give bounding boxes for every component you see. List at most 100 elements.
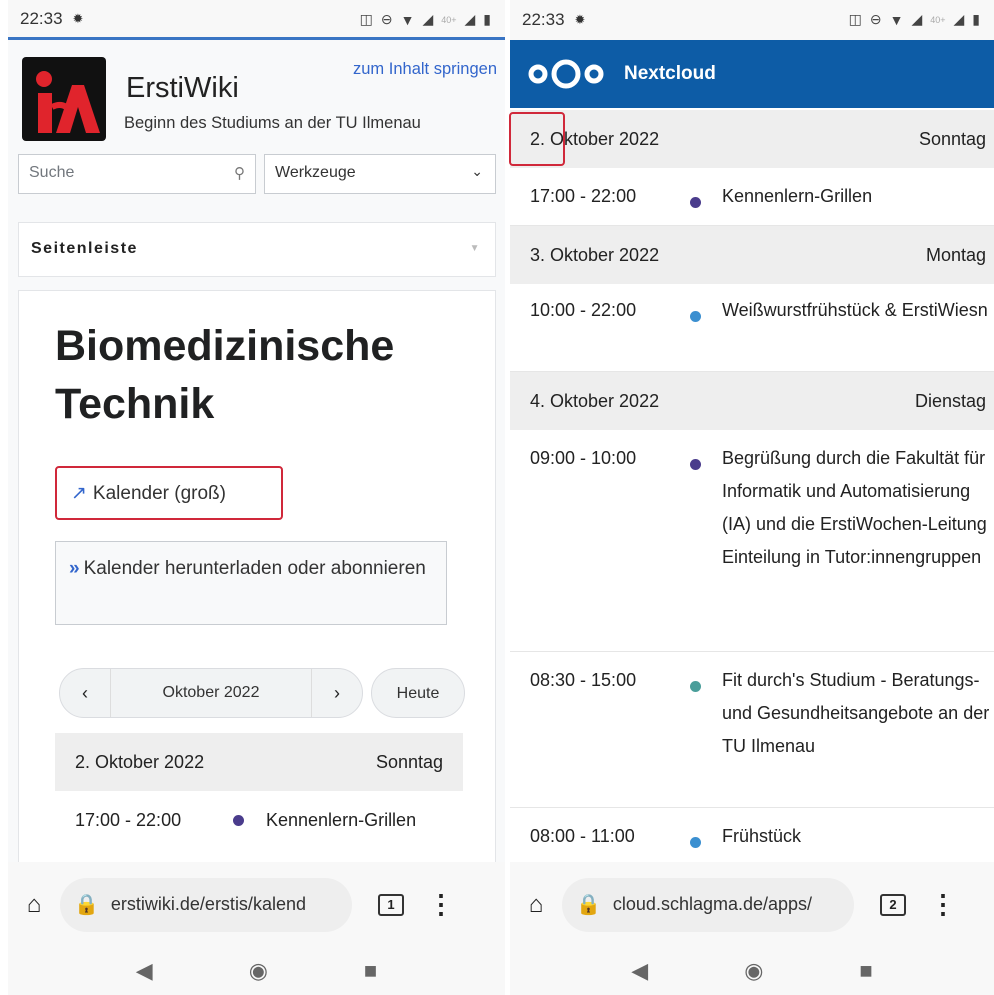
- event-row[interactable]: 17:00 - 22:00 Kennenlern-Grillen: [510, 168, 994, 226]
- event-title: Begrüßung durch die Fakultät für Informa…: [722, 448, 987, 567]
- lock-icon: 🔒: [74, 894, 99, 916]
- home-circle-icon[interactable]: ◉: [249, 958, 268, 984]
- status-icons: ◫ ⊖ ▼ ◢ 40+ ◢ ▮: [849, 11, 980, 28]
- event-color-dot: [690, 837, 701, 848]
- android-nav-bar: ◀ ◉ ■: [8, 947, 505, 995]
- home-icon[interactable]: ⌂: [510, 891, 562, 919]
- signal-icon: ◢: [422, 11, 434, 27]
- day-date: 3. Oktober 2022: [530, 244, 660, 265]
- event-color-dot: [690, 459, 701, 470]
- page-title: Biomedizinische Technik: [55, 322, 395, 428]
- recents-icon[interactable]: ■: [364, 958, 377, 984]
- event-row[interactable]: 08:30 - 15:00 Fit durch's Studium - Bera…: [510, 652, 994, 808]
- status-bar: 22:33 ✹ ◫ ⊖ ▼ ◢ 40+ ◢ ▮: [510, 0, 994, 40]
- event-color-dot: [690, 197, 701, 208]
- right-screenshot: 22:33 ✹ ◫ ⊖ ▼ ◢ 40+ ◢ ▮ Nextcloud 2. Okt…: [510, 0, 994, 995]
- vibrate-icon: ◫: [359, 11, 373, 27]
- triangle-down-icon: ▼: [469, 243, 481, 254]
- left-screenshot: 22:33 ✹ ◫ ⊖ ▼ ◢ 40+ ◢ ▮ ErstiWiki Beginn…: [8, 0, 505, 995]
- overflow-menu-icon[interactable]: ⋮: [428, 889, 454, 920]
- event-color-dot: [690, 681, 701, 692]
- battery-icon: ▮: [972, 11, 980, 27]
- event-time: 08:30 - 15:00: [530, 670, 637, 690]
- event-row[interactable]: 08:00 - 11:00 Frühstück: [510, 808, 994, 864]
- day-header: 3. Oktober 2022 Montag: [510, 226, 994, 284]
- battery-icon: ▮: [483, 11, 491, 27]
- chevron-down-icon: ⌄: [471, 163, 483, 179]
- status-bar: 22:33 ✹ ◫ ⊖ ▼ ◢ 40+ ◢ ▮: [8, 0, 505, 40]
- day-weekday: Montag: [925, 244, 986, 265]
- recents-icon[interactable]: ■: [859, 958, 872, 984]
- calendar-download-toggle[interactable]: » Kalender herunterladen oder abonnieren: [55, 541, 447, 625]
- signal-icon: ◢: [911, 11, 923, 27]
- event-title: Kennenlern-Grillen: [722, 186, 873, 206]
- event-title: Frühstück: [722, 826, 802, 846]
- url-text: cloud.schlagma.de/apps/: [612, 894, 813, 914]
- android-nav-bar: ◀ ◉ ■: [510, 947, 994, 995]
- sidebar-toggle[interactable]: Seitenleiste ▼: [18, 222, 496, 277]
- event-row[interactable]: 17:00 - 22:00 Kennenlern-Grillen: [55, 791, 463, 849]
- data-label: 40+: [930, 14, 946, 25]
- search-icon[interactable]: ⚲: [234, 164, 245, 182]
- day-weekday: Sonntag: [918, 128, 986, 149]
- double-chevron-right-icon: »: [69, 558, 80, 579]
- browser-toolbar: ⌂ 🔒 cloud.schlagma.de/apps/ 2 ⋮: [510, 862, 994, 947]
- prev-month-button[interactable]: ‹: [60, 683, 110, 704]
- status-time: 22:33: [20, 8, 63, 28]
- day-header: 2. Oktober 2022 Sonntag: [510, 110, 994, 168]
- dnd-icon: ⊖: [869, 11, 882, 27]
- tab-count-button[interactable]: 1: [378, 893, 404, 916]
- url-bar[interactable]: 🔒 cloud.schlagma.de/apps/: [562, 877, 854, 932]
- event-time: 08:00 - 11:00: [530, 826, 635, 846]
- calendar-large-link[interactable]: ↗ Kalender (groß): [55, 466, 283, 520]
- calendar-nav: ‹ Oktober 2022 ›: [59, 668, 363, 718]
- event-row[interactable]: 10:00 - 22:00 Weißwurstfrühstück & Ersti…: [510, 284, 994, 372]
- search-input[interactable]: Suche ⚲: [18, 154, 256, 194]
- home-circle-icon[interactable]: ◉: [744, 958, 763, 984]
- current-month-label[interactable]: Oktober 2022: [110, 669, 312, 717]
- home-icon[interactable]: ⌂: [8, 891, 60, 919]
- back-icon[interactable]: ◀: [136, 958, 153, 984]
- signal-icon-2: ◢: [953, 11, 965, 27]
- tools-select[interactable]: Werkzeuge ⌄: [264, 154, 496, 194]
- search-placeholder: Suche: [29, 164, 75, 181]
- event-title: Kennenlern-Grillen: [266, 809, 417, 830]
- event-color-dot: [690, 311, 701, 322]
- nextcloud-logo-icon[interactable]: [526, 57, 606, 91]
- today-button[interactable]: Heute: [371, 668, 465, 718]
- status-icons: ◫ ⊖ ▼ ◢ 40+ ◢ ▮: [360, 11, 491, 28]
- day-header: 4. Oktober 2022 Dienstag: [510, 372, 994, 430]
- wiki-title[interactable]: ErstiWiki: [126, 72, 239, 105]
- browser-toolbar: ⌂ 🔒 erstiwiki.de/erstis/kalend 1 ⋮: [8, 862, 505, 947]
- dnd-icon: ⊖: [380, 11, 393, 27]
- data-label: 40+: [441, 14, 457, 25]
- event-title: Weißwurstfrühstück & ErstiWiesn: [722, 300, 988, 320]
- event-row[interactable]: 09:00 - 10:00 Begrüßung durch die Fakult…: [510, 430, 994, 652]
- lock-icon: 🔒: [576, 894, 601, 916]
- settings-gear-icon: ✹: [574, 12, 586, 27]
- settings-gear-icon: ✹: [72, 10, 84, 26]
- event-time: 10:00 - 22:00: [530, 300, 637, 320]
- day-header: 2. Oktober 2022 Sonntag: [55, 733, 463, 791]
- back-icon[interactable]: ◀: [631, 958, 648, 984]
- url-bar[interactable]: 🔒 erstiwiki.de/erstis/kalend: [60, 877, 352, 932]
- signal-icon-2: ◢: [464, 11, 476, 27]
- event-time: 17:00 - 22:00: [530, 186, 637, 206]
- highlight-box: [509, 112, 565, 166]
- sidebar-label: Seitenleiste: [31, 240, 138, 257]
- nextcloud-header: Nextcloud: [510, 40, 994, 108]
- event-title: Fit durch's Studium - Beratungs- und Ges…: [722, 670, 990, 756]
- wifi-icon: ▼: [400, 11, 415, 28]
- overflow-menu-icon[interactable]: ⋮: [930, 889, 956, 920]
- event-color-dot: [233, 814, 244, 826]
- tools-label: Werkzeuge: [275, 164, 356, 181]
- event-time: 09:00 - 10:00: [530, 448, 637, 468]
- calendar-download-label: Kalender herunterladen oder abonnieren: [83, 558, 426, 579]
- skip-to-content-link[interactable]: zum Inhalt springen: [353, 60, 497, 79]
- app-name[interactable]: Nextcloud: [624, 63, 716, 85]
- tab-count-button[interactable]: 2: [880, 893, 906, 916]
- next-month-button[interactable]: ›: [312, 683, 362, 704]
- ia-logo[interactable]: [22, 57, 106, 141]
- url-text: erstiwiki.de/erstis/kalend: [110, 894, 306, 914]
- vibrate-icon: ◫: [848, 11, 862, 27]
